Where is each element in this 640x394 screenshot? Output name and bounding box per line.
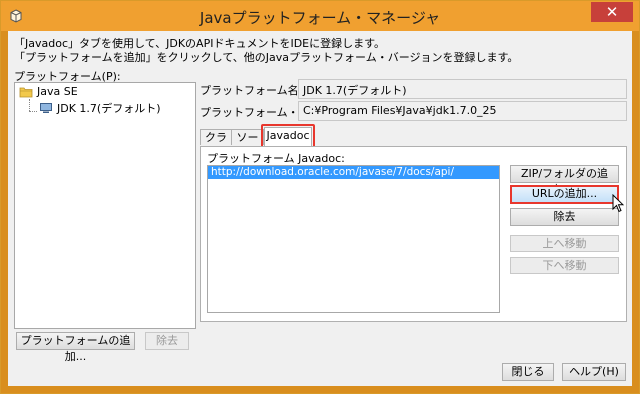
tree-node-jdk17-label: JDK 1.7(デフォルト) bbox=[57, 102, 161, 115]
add-zip-folder-button[interactable]: ZIP/フォルダの追加... bbox=[510, 165, 619, 196]
tree-connector bbox=[29, 99, 30, 111]
intro-line-1: 「Javadoc」タブを使用して、JDKのAPIドキュメントをIDEに登録します… bbox=[14, 37, 386, 50]
add-url-button[interactable]: URLの追加... bbox=[510, 185, 619, 204]
window-title: Javaプラットフォーム・マネージャ bbox=[199, 9, 441, 27]
close-button[interactable]: 閉じる bbox=[502, 363, 554, 381]
tab-sources[interactable]: ソース bbox=[231, 129, 264, 160]
title-bar[interactable]: Javaプラットフォーム・マネージャ ✕ bbox=[1, 1, 639, 31]
platform-name-label: プラットフォーム名: bbox=[200, 84, 303, 97]
intro-line-2: 「プラットフォームを追加」をクリックして、他のJavaプラットフォーム・バージョ… bbox=[14, 51, 519, 64]
tree-node-java-se-label: Java SE bbox=[37, 85, 78, 98]
platform-tree[interactable]: Java SE JDK 1.7(デフォルト) bbox=[14, 82, 196, 329]
javadoc-label: プラットフォーム Javadoc: bbox=[207, 152, 345, 165]
folder-icon bbox=[19, 87, 33, 97]
platform-name-field[interactable]: JDK 1.7(デフォルト) bbox=[298, 79, 627, 99]
dialog-body: 「Javadoc」タブを使用して、JDKのAPIドキュメントをIDEに登録します… bbox=[8, 31, 632, 386]
move-up-button[interactable]: 上へ移動 bbox=[510, 235, 619, 252]
tab-javadoc[interactable]: Javadoc bbox=[264, 127, 312, 146]
remove-javadoc-button[interactable]: 除去 bbox=[510, 208, 619, 226]
tab-classes[interactable]: クラス bbox=[200, 129, 232, 160]
platform-icon bbox=[40, 103, 52, 113]
javadoc-list[interactable]: http://download.oracle.com/javase/7/docs… bbox=[207, 165, 500, 313]
remove-platform-button[interactable]: 除去 bbox=[145, 332, 189, 350]
tree-node-jdk17[interactable]: JDK 1.7(デフォルト) bbox=[39, 100, 161, 116]
javadoc-panel: プラットフォーム Javadoc: http://download.oracle… bbox=[200, 146, 627, 322]
add-platform-button[interactable]: プラットフォームの追加... bbox=[16, 332, 135, 363]
platform-manager-window: Javaプラットフォーム・マネージャ ✕ 「Javadoc」タブを使用して、JD… bbox=[0, 0, 640, 394]
intro-text: 「Javadoc」タブを使用して、JDKのAPIドキュメントをIDEに登録します… bbox=[14, 37, 518, 65]
tree-node-java-se[interactable]: Java SE bbox=[19, 85, 78, 98]
move-down-button[interactable]: 下へ移動 bbox=[510, 257, 619, 274]
mouse-cursor-icon bbox=[612, 194, 624, 213]
platform-folder-field[interactable]: C:¥Program Files¥Java¥jdk1.7.0_25 bbox=[298, 101, 627, 121]
tree-connector bbox=[29, 111, 37, 112]
help-button[interactable]: ヘルプ(H) bbox=[562, 363, 626, 381]
javadoc-list-item[interactable]: http://download.oracle.com/javase/7/docs… bbox=[208, 166, 499, 179]
close-window-button[interactable]: ✕ bbox=[591, 2, 633, 22]
